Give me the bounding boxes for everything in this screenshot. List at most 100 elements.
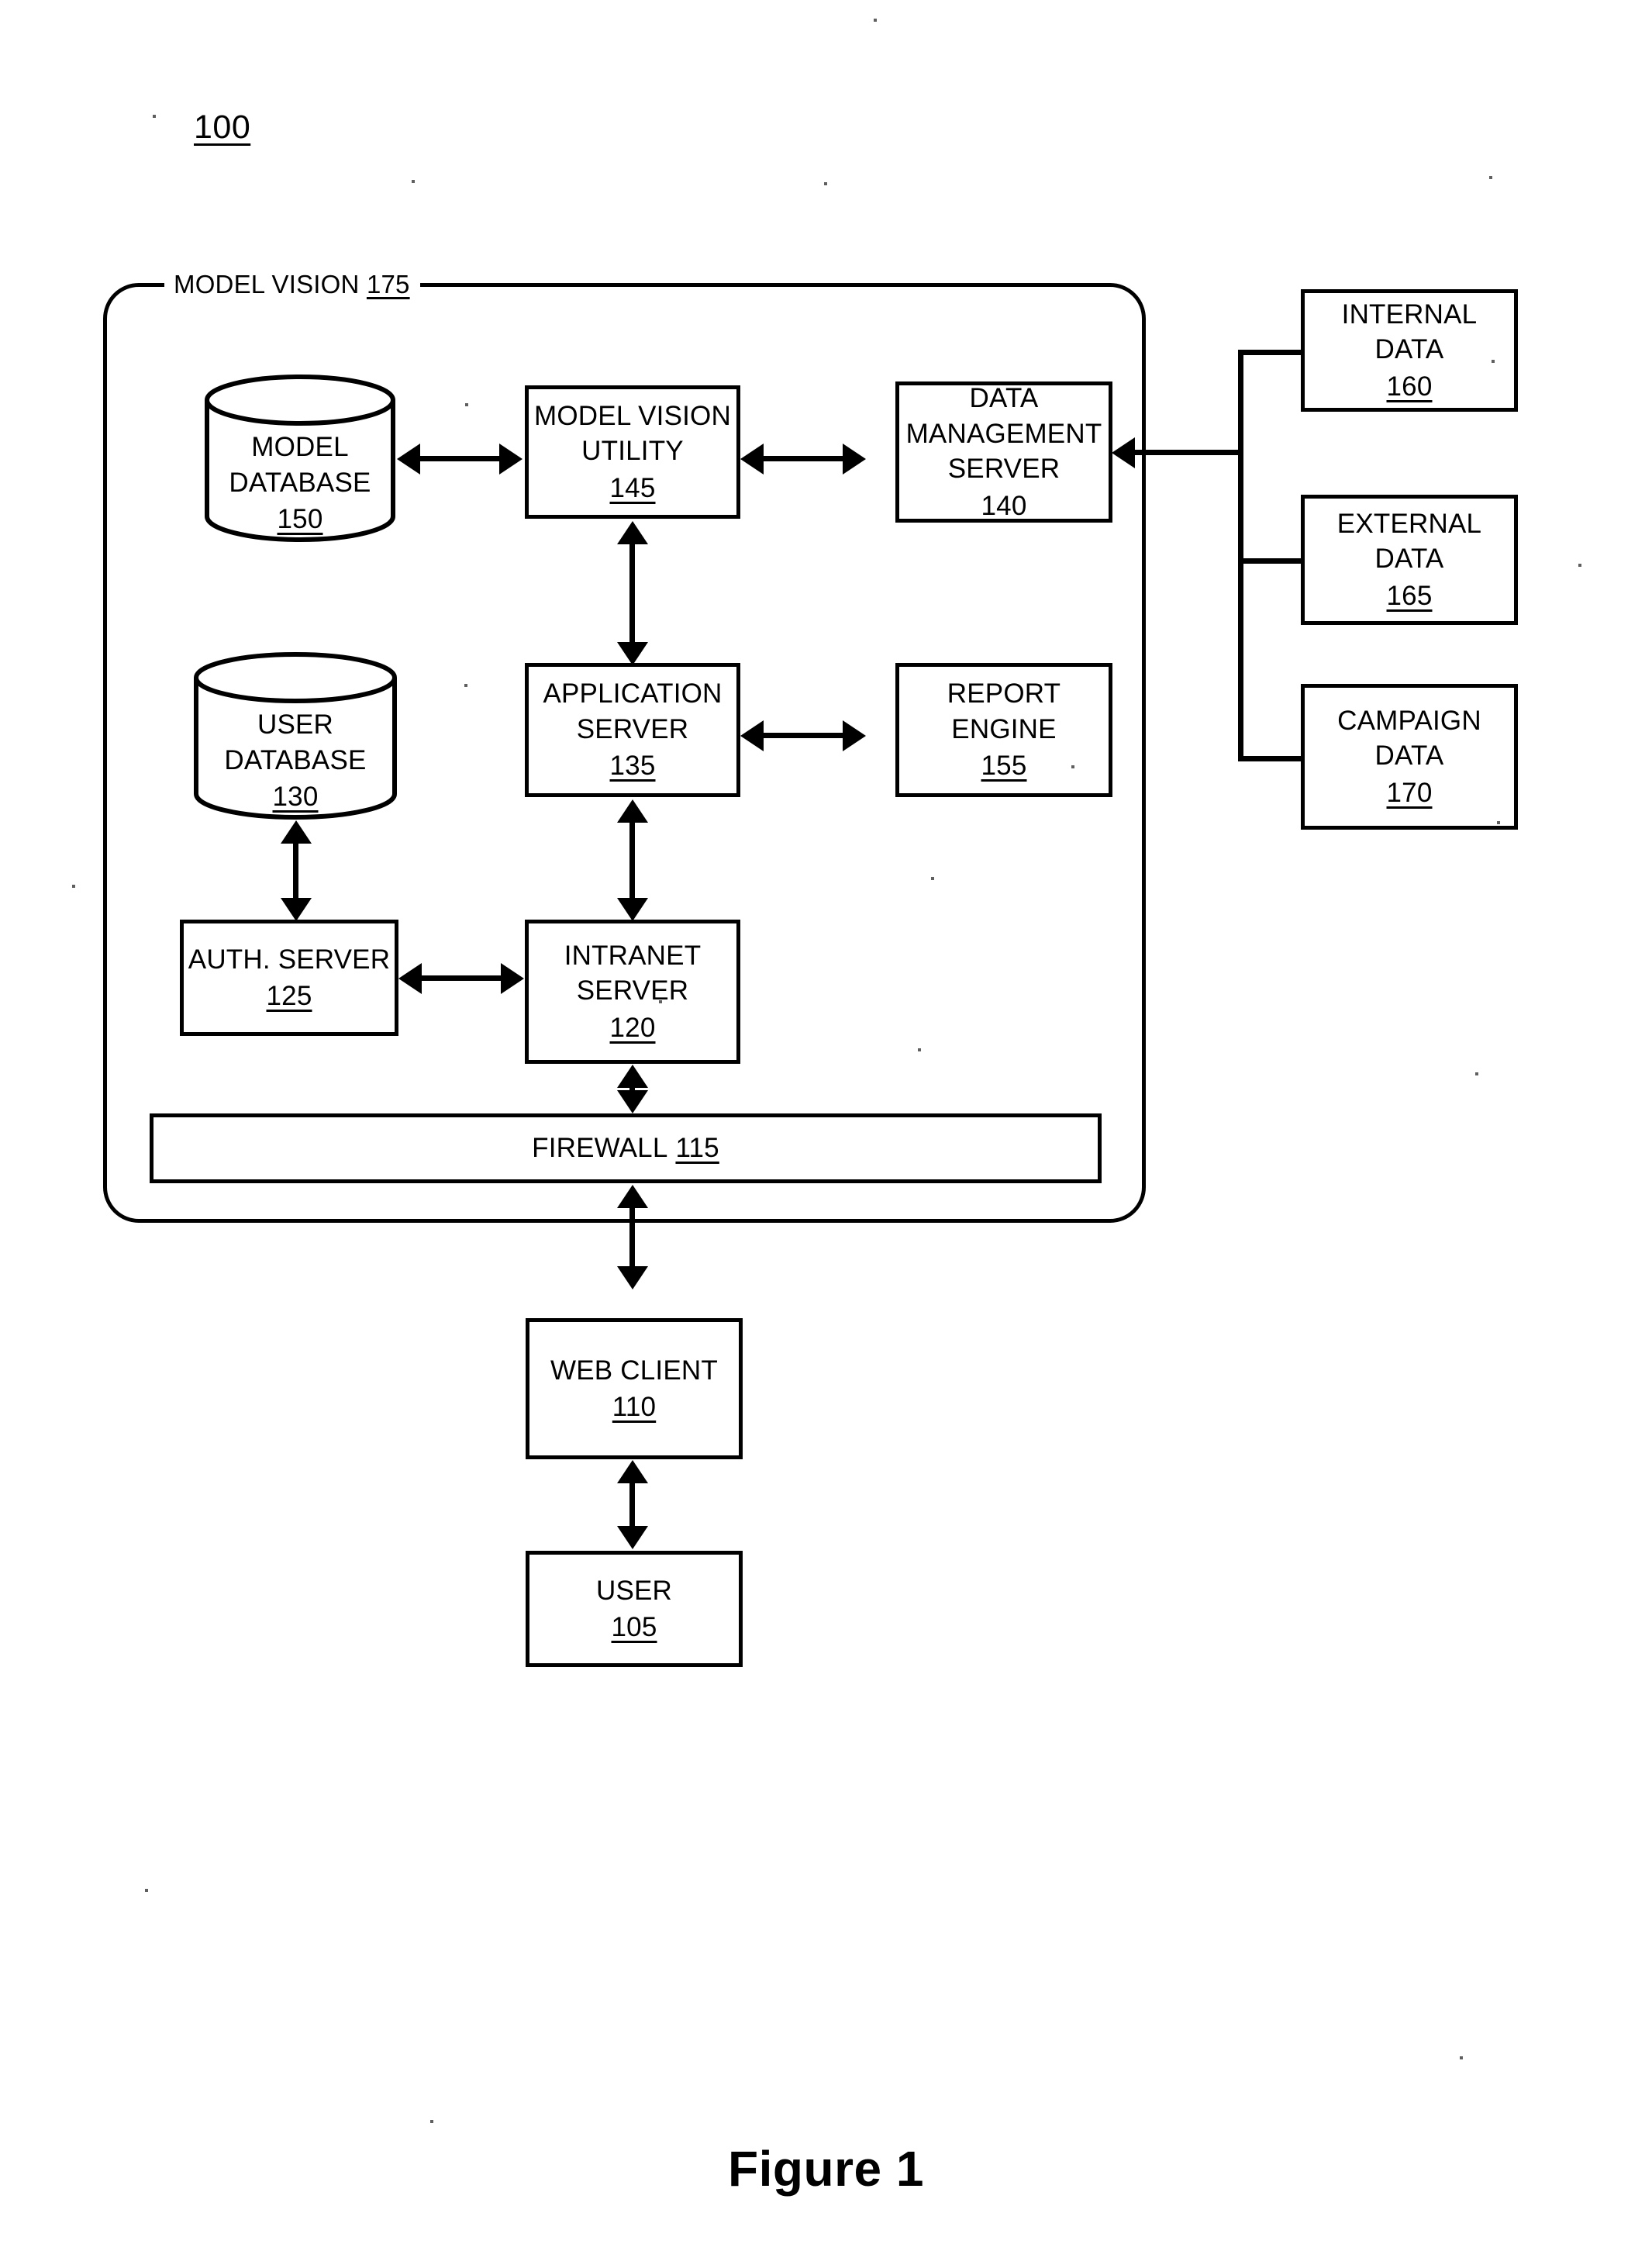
scan-speck	[1492, 360, 1495, 363]
firewall-label: FIREWALL	[532, 1133, 668, 1163]
web-client-line1: WEB CLIENT	[550, 1355, 718, 1386]
application-server-line1: APPLICATION	[543, 678, 723, 709]
campaign-data-refnum: 170	[1386, 777, 1433, 808]
arrowhead-up-firewall	[617, 1185, 648, 1208]
arrowhead-down-intranet-server	[617, 898, 648, 921]
campaign-data-line2: DATA	[1374, 740, 1444, 772]
system-reference-number: 100	[194, 109, 251, 146]
web-client-refnum: 110	[612, 1392, 657, 1422]
arrowhead-up-intranet-server	[617, 1065, 648, 1088]
internal-data-refnum: 160	[1386, 371, 1433, 402]
intranet-server-refnum: 120	[609, 1012, 656, 1043]
node-data-management-server[interactable]: DATA MANAGEMENT SERVER 140	[895, 381, 1112, 523]
scan-speck	[465, 403, 468, 406]
campaign-data-line1: CAMPAIGN	[1337, 705, 1481, 736]
node-user-database[interactable]: USER DATABASE 130	[192, 651, 398, 820]
scan-speck	[464, 684, 467, 687]
data-management-server-line2: MANAGEMENT	[905, 418, 1102, 449]
node-user[interactable]: USER 105	[526, 1551, 743, 1667]
scan-speck	[153, 115, 156, 118]
connector-model-database-to-utility	[409, 456, 510, 461]
scan-speck	[918, 1048, 921, 1051]
firewall-refnum: 115	[675, 1133, 719, 1163]
node-report-engine[interactable]: REPORT ENGINE 155	[895, 663, 1112, 797]
data-management-server-refnum: 140	[981, 490, 1027, 521]
report-engine-line2: ENGINE	[951, 713, 1057, 744]
arrowhead-left-model-database	[397, 444, 420, 475]
user-line1: USER	[595, 1575, 673, 1606]
arrowhead-left-data-management-server	[1112, 437, 1135, 468]
scan-speck	[1578, 564, 1581, 567]
arrowhead-up-model-vision-utility	[617, 521, 648, 544]
arrowhead-right-intranet-server	[501, 963, 524, 994]
arrowhead-down-application-server	[617, 642, 648, 665]
figure-caption: Figure 1	[728, 2141, 924, 2197]
arrowhead-up-application-server	[617, 799, 648, 823]
model-vision-boundary-label: MODEL VISION 175	[174, 270, 410, 299]
internal-data-line1: INTERNAL	[1341, 299, 1478, 330]
data-management-server-line1: DATA	[969, 383, 1039, 413]
intranet-server-line2: SERVER	[576, 975, 689, 1006]
scan-speck	[1489, 176, 1492, 179]
arrowhead-left-application-server	[740, 720, 764, 751]
boundary-label-refnum: 175	[366, 270, 410, 299]
arrowhead-left-model-vision-utility	[740, 444, 764, 475]
patent-figure-page: 100 MODEL VISION 175 MODEL DATABASE 150 …	[0, 0, 1652, 2268]
arrowhead-down-web-client	[617, 1266, 648, 1289]
scan-speck	[72, 885, 75, 888]
connector-application-server-to-report-engine	[753, 733, 854, 738]
scan-speck	[1071, 765, 1074, 768]
scan-speck	[931, 877, 934, 880]
application-server-refnum: 135	[609, 751, 656, 782]
connector-trunk-to-dms	[1134, 450, 1240, 455]
connector-firewall-to-web-client	[629, 1198, 635, 1276]
report-engine-line1: REPORT	[947, 678, 1061, 709]
scan-speck	[824, 182, 827, 185]
scan-speck	[1497, 821, 1500, 824]
node-internal-data[interactable]: INTERNAL DATA 160	[1301, 289, 1518, 412]
external-data-refnum: 165	[1386, 580, 1433, 611]
arrowhead-up-web-client	[617, 1460, 648, 1483]
auth-server-line1: AUTH. SERVER	[188, 944, 391, 975]
application-server-line2: SERVER	[576, 713, 689, 744]
arrowhead-left-auth-server	[398, 963, 422, 994]
arrowhead-right-report-engine	[843, 720, 866, 751]
scan-speck	[874, 19, 877, 22]
internal-data-line2: DATA	[1374, 334, 1444, 365]
node-intranet-server[interactable]: INTRANET SERVER 120	[525, 920, 740, 1064]
arrowhead-up-user-database	[281, 820, 312, 844]
model-vision-utility-line2: UTILITY	[581, 436, 684, 467]
node-model-vision-utility[interactable]: MODEL VISION UTILITY 145	[525, 385, 740, 519]
node-web-client[interactable]: WEB CLIENT 110	[526, 1318, 743, 1459]
scan-speck	[1475, 1072, 1478, 1075]
scan-speck	[1460, 2056, 1463, 2059]
node-model-database[interactable]: MODEL DATABASE 150	[203, 374, 397, 543]
user-refnum: 105	[611, 1612, 657, 1642]
node-auth-server[interactable]: AUTH. SERVER 125	[180, 920, 398, 1036]
connector-utility-to-dms	[753, 456, 854, 461]
scan-speck	[412, 180, 415, 183]
connector-utility-to-application-server	[629, 535, 635, 651]
auth-server-refnum: 125	[266, 981, 312, 1011]
scan-speck	[430, 2120, 433, 2123]
arrowhead-down-auth-server	[281, 898, 312, 921]
node-external-data[interactable]: EXTERNAL DATA 165	[1301, 495, 1518, 625]
report-engine-refnum: 155	[981, 751, 1027, 782]
connector-auth-server-to-intranet-server	[411, 975, 512, 981]
arrowhead-right-data-management-server	[843, 444, 866, 475]
data-management-server-line3: SERVER	[947, 454, 1061, 484]
arrowhead-right-model-vision-utility	[499, 444, 523, 475]
arrowhead-down-firewall	[617, 1090, 648, 1113]
external-data-line1: EXTERNAL	[1336, 508, 1482, 539]
node-firewall[interactable]: FIREWALL 115	[150, 1113, 1102, 1183]
connector-user-database-to-auth-server	[293, 834, 298, 907]
intranet-server-line1: INTRANET	[564, 940, 702, 971]
connector-data-sources-trunk	[1238, 353, 1243, 761]
node-application-server[interactable]: APPLICATION SERVER 135	[525, 663, 740, 797]
connector-application-server-to-intranet-server	[629, 813, 635, 907]
model-vision-utility-refnum: 145	[609, 472, 656, 503]
node-campaign-data[interactable]: CAMPAIGN DATA 170	[1301, 684, 1518, 830]
arrowhead-down-user	[617, 1526, 648, 1549]
external-data-line2: DATA	[1374, 544, 1444, 575]
scan-speck	[659, 1000, 662, 1003]
